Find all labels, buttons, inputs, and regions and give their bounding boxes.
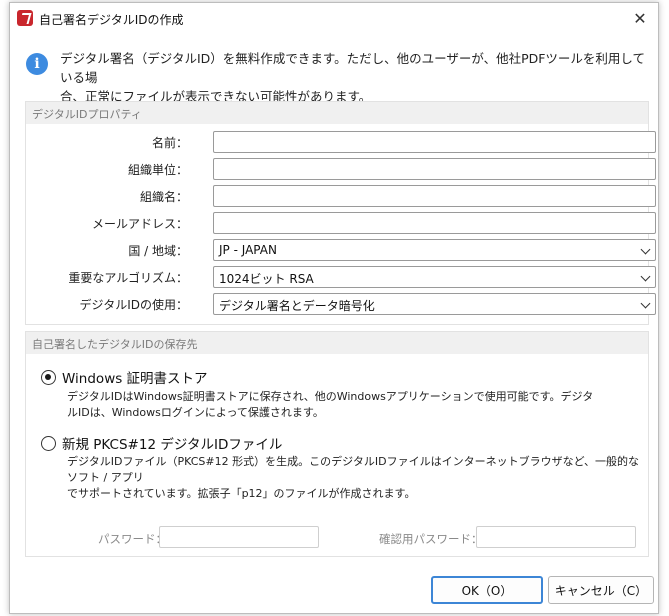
org-name-input[interactable] [213, 185, 656, 207]
usage-value: デジタル署名とデータ暗号化 [219, 299, 375, 313]
ok-button[interactable]: OK（O） [431, 576, 543, 604]
email-label: メールアドレス： [91, 217, 188, 231]
title-bar: 自己署名デジタルIDの作成 ✕ [10, 3, 658, 33]
password-label: パスワード： [98, 532, 167, 546]
windows-store-desc-line-1: デジタルIDはWindows証明書ストアに保存され、他のWindowsアプリケー… [67, 390, 594, 403]
create-digital-id-dialog: 自己署名デジタルIDの作成 ✕ i デジタル署名（デジタルID）を無料作成できま… [9, 2, 659, 614]
storage-group-title: 自己署名したデジタルIDの保存先 [32, 338, 198, 351]
dialog-title: 自己署名デジタルIDの作成 [39, 13, 184, 27]
pkcs12-file-radio[interactable] [41, 436, 56, 451]
country-value: JP - JAPAN [219, 243, 277, 257]
properties-panel: 名前： 組織単位： 組織名： メールアドレス： 国 / 地域： JP - JAP… [26, 124, 656, 324]
usage-select[interactable]: デジタル署名とデータ暗号化 [213, 293, 656, 315]
digital-id-properties-group: デジタルIDプロパティ 名前： 組織単位： 組織名： メールアドレス： 国 / … [25, 101, 656, 325]
algorithm-label: 重要なアルゴリズム： [68, 271, 188, 285]
algorithm-select[interactable]: 1024ビット RSA [213, 266, 656, 288]
info-icon: i [26, 53, 48, 75]
properties-group-title: デジタルIDプロパティ [32, 108, 142, 121]
pkcs12-desc-line-1: デジタルIDファイル（PKCS#12 形式）を生成。このデジタルIDファイルはイ… [67, 455, 640, 484]
windows-store-desc: デジタルIDはWindows証明書ストアに保存され、他のWindowsアプリケー… [67, 389, 593, 421]
windows-store-radio[interactable] [41, 370, 56, 385]
algorithm-value: 1024ビット RSA [219, 272, 314, 286]
pkcs12-file-label[interactable]: 新規 PKCS#12 デジタルIDファイル [62, 433, 282, 453]
storage-location-group: 自己署名したデジタルIDの保存先 Windows 証明書ストア デジタルIDはW… [25, 331, 649, 557]
country-label: 国 / 地域： [128, 244, 188, 258]
storage-panel: Windows 証明書ストア デジタルIDはWindows証明書ストアに保存され… [26, 354, 648, 556]
pkcs12-file-desc: デジタルIDファイル（PKCS#12 形式）を生成。このデジタルIDファイルはイ… [67, 454, 648, 502]
pkcs12-desc-line-2: でサポートされています。拡張子「p12」のファイルが作成されます。 [67, 487, 416, 500]
app-logo-icon [17, 10, 33, 26]
name-input[interactable] [213, 131, 656, 153]
chevron-down-icon [640, 298, 651, 309]
chevron-down-icon [640, 244, 651, 255]
org-name-label: 組織名： [139, 190, 188, 204]
usage-label: デジタルIDの使用： [79, 298, 188, 312]
info-text: デジタル署名（デジタルID）を無料作成できます。ただし、他のユーザーが、他社PD… [60, 49, 650, 106]
email-input[interactable] [213, 212, 656, 234]
confirm-password-input[interactable] [476, 526, 636, 548]
info-line-1: デジタル署名（デジタルID）を無料作成できます。ただし、他のユーザーが、他社PD… [60, 51, 646, 85]
cancel-button[interactable]: キャンセル（C） [548, 576, 654, 604]
confirm-password-label: 確認用パスワード： [379, 532, 483, 546]
info-message: i デジタル署名（デジタルID）を無料作成できます。ただし、他のユーザーが、他社… [22, 39, 650, 104]
name-label: 名前： [151, 136, 188, 150]
windows-store-desc-line-2: ルIDは、Windowsログインによって保護されます。 [67, 406, 324, 419]
close-button[interactable]: ✕ [628, 7, 652, 29]
windows-store-label[interactable]: Windows 証明書ストア [62, 367, 208, 387]
chevron-down-icon [640, 271, 651, 282]
org-unit-input[interactable] [213, 158, 656, 180]
country-select[interactable]: JP - JAPAN [213, 239, 656, 261]
password-input[interactable] [159, 526, 319, 548]
org-unit-label: 組織単位： [127, 163, 188, 177]
